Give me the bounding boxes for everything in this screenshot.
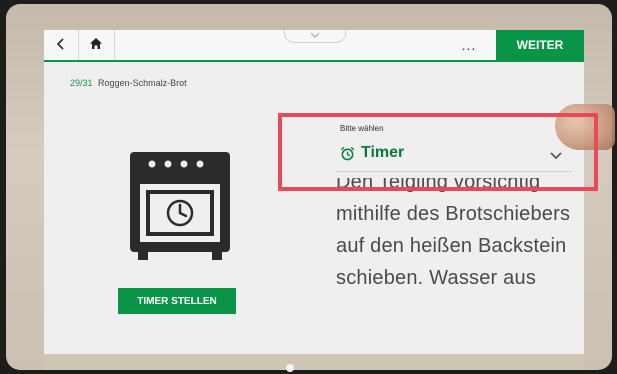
more-menu-button[interactable]: ... — [444, 30, 494, 60]
recipe-name: Roggen-Schmalz-Brot — [98, 78, 187, 88]
instruction-area: Den Teigling vorsichtig mithilfe des Bro… — [336, 178, 576, 354]
bezel-bottom — [44, 354, 584, 370]
chevron-left-icon — [56, 37, 65, 53]
more-label: ... — [461, 37, 477, 53]
step-counter: 29/31 — [70, 78, 93, 88]
back-button[interactable] — [44, 30, 79, 60]
set-timer-label: TIMER STELLEN — [137, 295, 217, 307]
topbar-accent-line — [44, 60, 584, 62]
recipe-progress: 29/31 Roggen-Schmalz-Brot — [70, 78, 187, 88]
next-button[interactable]: WEITER — [496, 30, 584, 60]
chevron-down-icon — [310, 30, 320, 41]
bezel-indicator-dot — [286, 364, 294, 372]
highlight-box — [278, 113, 598, 191]
home-button[interactable] — [78, 30, 115, 60]
pull-down-handle[interactable] — [284, 30, 346, 43]
top-bar: ... WEITER — [44, 30, 584, 61]
next-button-label: WEITER — [516, 38, 564, 52]
oven-timer-illustration — [128, 150, 232, 262]
home-icon — [89, 37, 103, 53]
set-timer-button[interactable]: TIMER STELLEN — [118, 288, 236, 314]
instruction-text: Den Teigling vorsichtig mithilfe des Bro… — [336, 178, 571, 289]
